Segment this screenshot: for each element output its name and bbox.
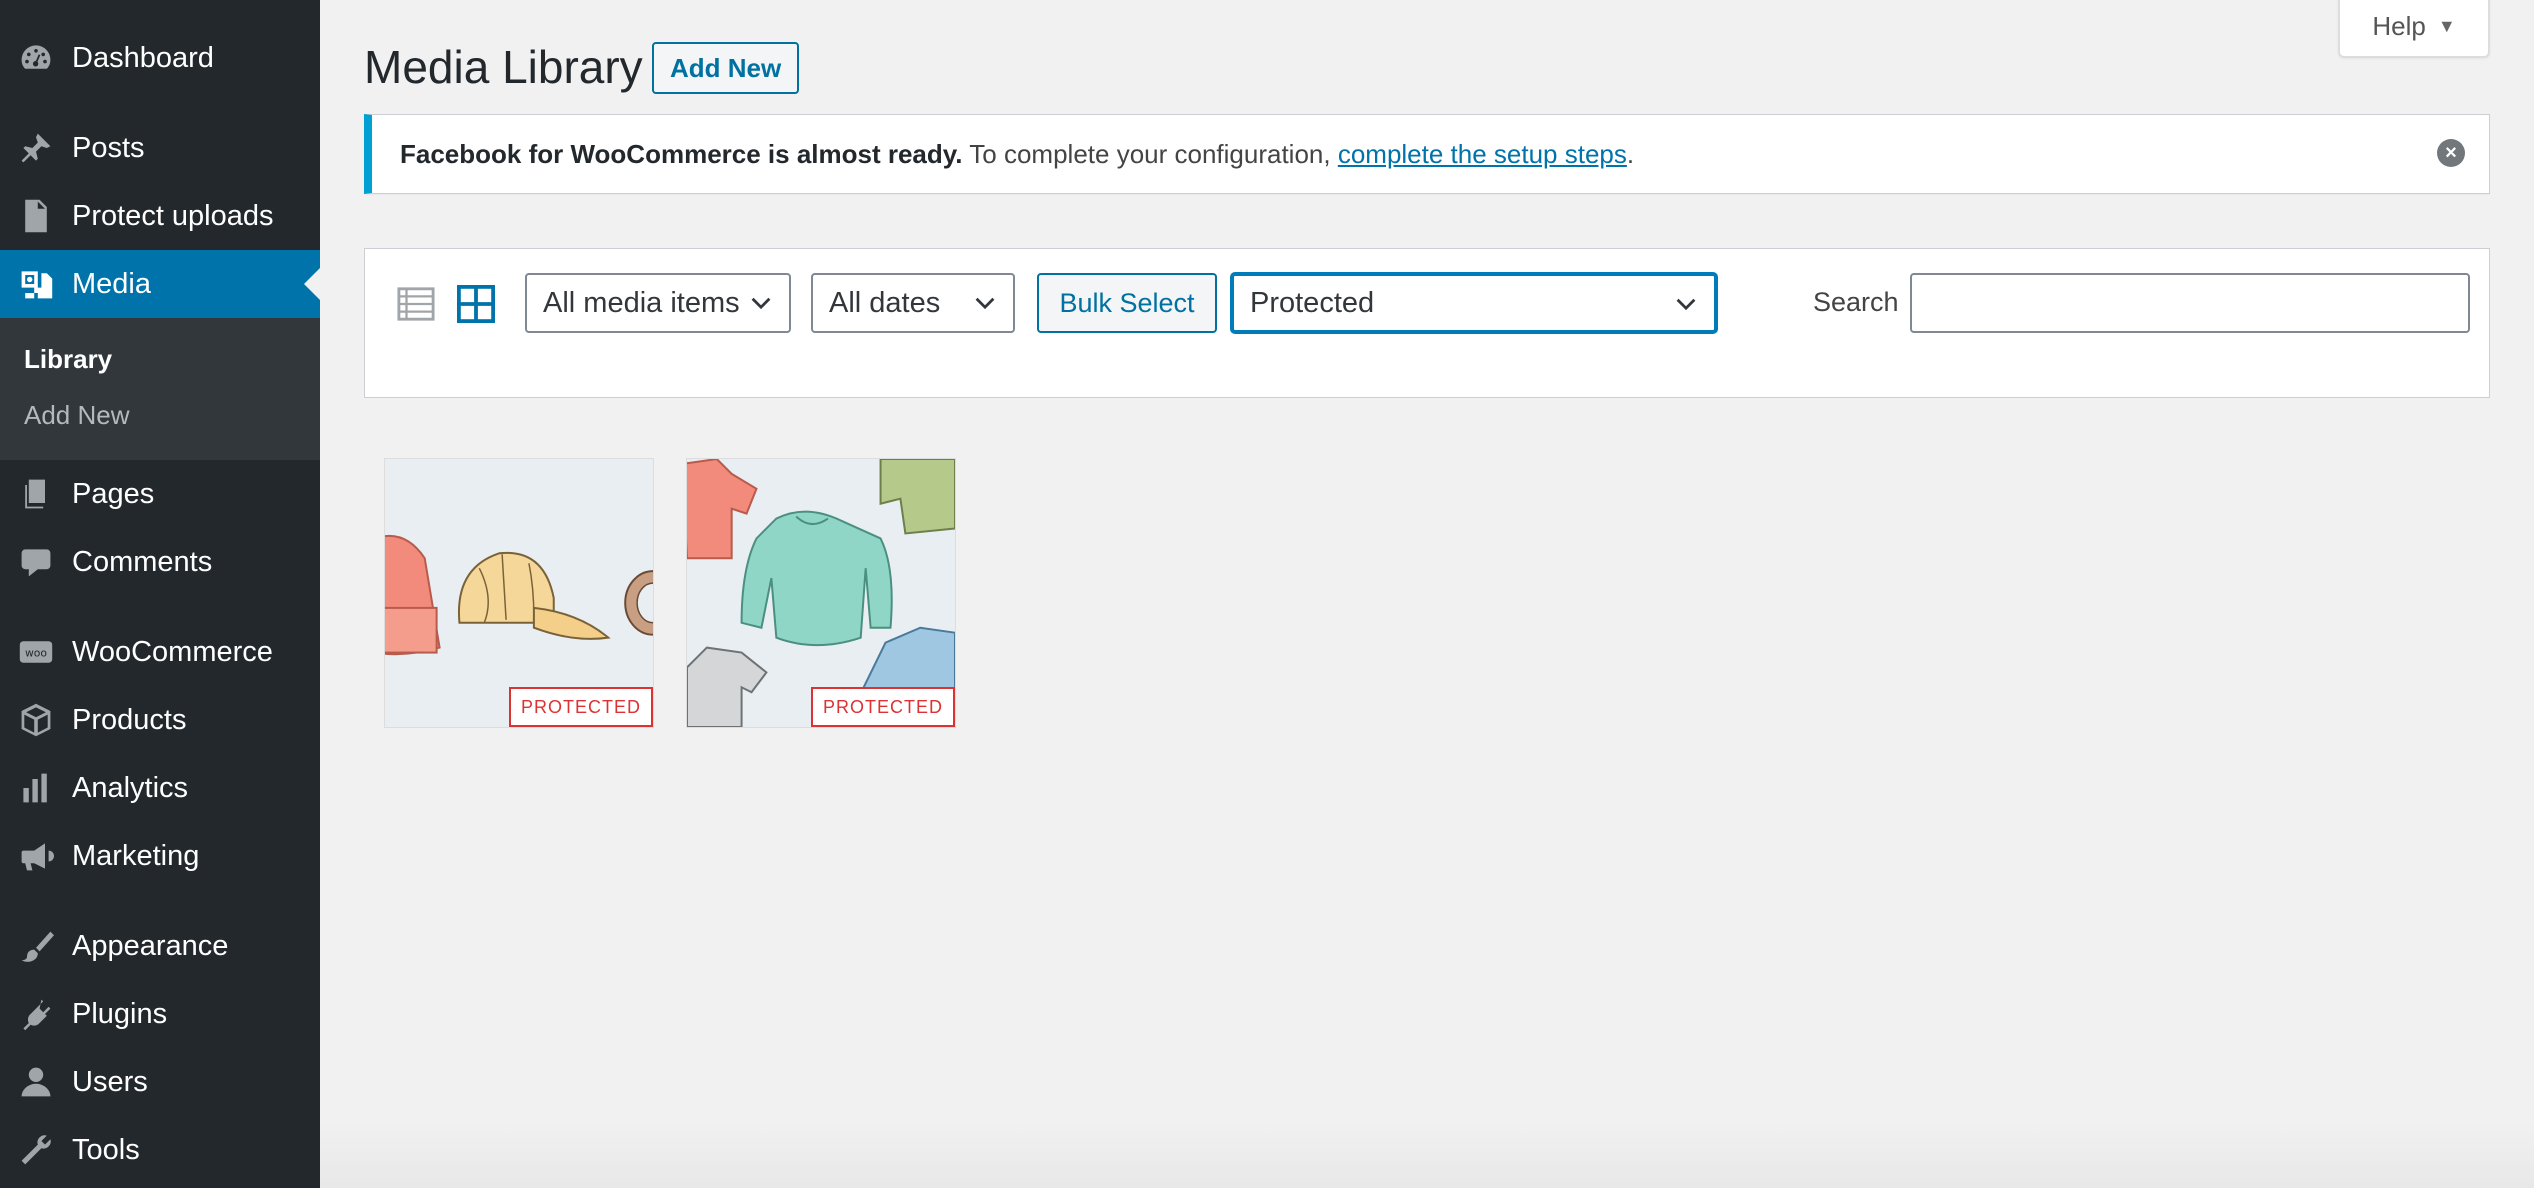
megaphone-icon	[0, 838, 72, 874]
sidebar-item-label: Analytics	[72, 771, 189, 804]
search-input[interactable]	[1910, 273, 2470, 333]
sidebar-item-protect-uploads[interactable]: Protect uploads	[0, 182, 320, 250]
wrench-icon	[0, 1132, 72, 1168]
sidebar-item-comments[interactable]: Comments	[0, 528, 320, 596]
list-view-icon[interactable]	[397, 285, 435, 323]
sidebar-item-posts[interactable]: Posts	[0, 114, 320, 182]
dismiss-icon[interactable]: ×	[2437, 139, 2465, 167]
sidebar-item-analytics[interactable]: Analytics	[0, 754, 320, 822]
sidebar-item-marketing[interactable]: Marketing	[0, 822, 320, 890]
protection-filter-value: Protected	[1250, 286, 1375, 319]
add-new-button[interactable]: Add New	[652, 42, 800, 94]
sidebar-item-label: Comments	[72, 545, 213, 578]
chevron-down-icon	[1676, 298, 1696, 311]
search-label: Search	[1813, 287, 1899, 317]
brush-icon	[0, 928, 72, 964]
notice-end: .	[1626, 138, 1635, 169]
sidebar-item-label: Dashboard	[72, 41, 214, 74]
help-label: Help	[2372, 10, 2426, 41]
setup-notice: Facebook for WooCommerce is almost ready…	[364, 114, 2490, 194]
notice-text: To complete your configuration,	[962, 138, 1338, 169]
sidebar-item-label: WooCommerce	[72, 635, 273, 668]
user-icon	[0, 1064, 72, 1100]
sidebar-item-label: Posts	[72, 131, 145, 164]
submenu-item-add-new[interactable]: Add New	[24, 400, 130, 431]
setup-steps-link[interactable]: complete the setup steps	[1338, 139, 1627, 169]
sidebar-item-media[interactable]: Media	[0, 250, 320, 318]
protection-filter[interactable]: Protected	[1231, 273, 1717, 333]
sidebar-item-tools[interactable]: Tools	[0, 1116, 320, 1184]
woo-icon: woo	[0, 634, 72, 670]
sidebar-item-appearance[interactable]: Appearance	[0, 912, 320, 980]
box-icon	[0, 702, 72, 738]
sidebar-item-label: Products	[72, 703, 187, 736]
bar-chart-icon	[0, 770, 72, 806]
date-filter[interactable]: All dates	[811, 273, 1015, 333]
chevron-down-icon	[975, 297, 995, 310]
chevron-down-icon	[751, 297, 771, 310]
plug-icon	[0, 996, 72, 1032]
sidebar-item-label: Tools	[72, 1133, 140, 1166]
sidebar-item-users[interactable]: Users	[0, 1048, 320, 1116]
lock-file-icon	[0, 198, 72, 234]
page-title: Media Library	[364, 41, 643, 93]
media-icon	[0, 266, 72, 302]
media-toolbar: All media items All dates Bulk Select Pr…	[364, 248, 2490, 398]
bulk-select-button[interactable]: Bulk Select	[1037, 273, 1217, 333]
date-filter-value: All dates	[829, 286, 941, 319]
attachment-hats[interactable]: PROTECTED	[384, 458, 654, 728]
sidebar-item-woocommerce[interactable]: woo WooCommerce	[0, 618, 320, 686]
sidebar-item-label: Marketing	[72, 839, 200, 872]
caret-down-icon: ▼	[2437, 15, 2456, 36]
protected-badge: PROTECTED	[810, 687, 955, 727]
pin-icon	[0, 130, 72, 166]
sidebar-item-label: Pages	[72, 477, 155, 510]
media-submenu: Library Add New	[0, 318, 320, 460]
footer-shadow	[320, 1120, 2534, 1188]
sidebar-item-pages[interactable]: Pages	[0, 460, 320, 528]
svg-text:woo: woo	[25, 647, 47, 660]
comment-icon	[0, 544, 72, 580]
grid-view-icon[interactable]	[457, 285, 495, 323]
sidebar-item-label: Protect uploads	[72, 199, 274, 232]
dashboard-icon	[0, 40, 72, 76]
sidebar-item-label: Media	[72, 267, 151, 300]
media-type-filter[interactable]: All media items	[525, 273, 791, 333]
pages-icon	[0, 476, 72, 512]
sidebar-item-dashboard[interactable]: Dashboard	[0, 24, 320, 92]
help-button[interactable]: Help ▼	[2338, 0, 2490, 58]
notice-strong-text: Facebook for WooCommerce is almost ready…	[400, 138, 963, 169]
sidebar-item-label: Appearance	[72, 929, 229, 962]
sidebar-item-label: Users	[72, 1065, 148, 1098]
sidebar-item-plugins[interactable]: Plugins	[0, 980, 320, 1048]
sidebar-item-label: Plugins	[72, 997, 168, 1030]
admin-sidebar: Dashboard Posts Protect uploads Media Li…	[0, 0, 320, 1188]
attachment-shirts[interactable]: PROTECTED	[686, 458, 956, 728]
submenu-item-library[interactable]: Library	[24, 344, 112, 375]
protected-badge: PROTECTED	[508, 687, 653, 727]
media-type-value: All media items	[543, 286, 740, 319]
sidebar-item-products[interactable]: Products	[0, 686, 320, 754]
